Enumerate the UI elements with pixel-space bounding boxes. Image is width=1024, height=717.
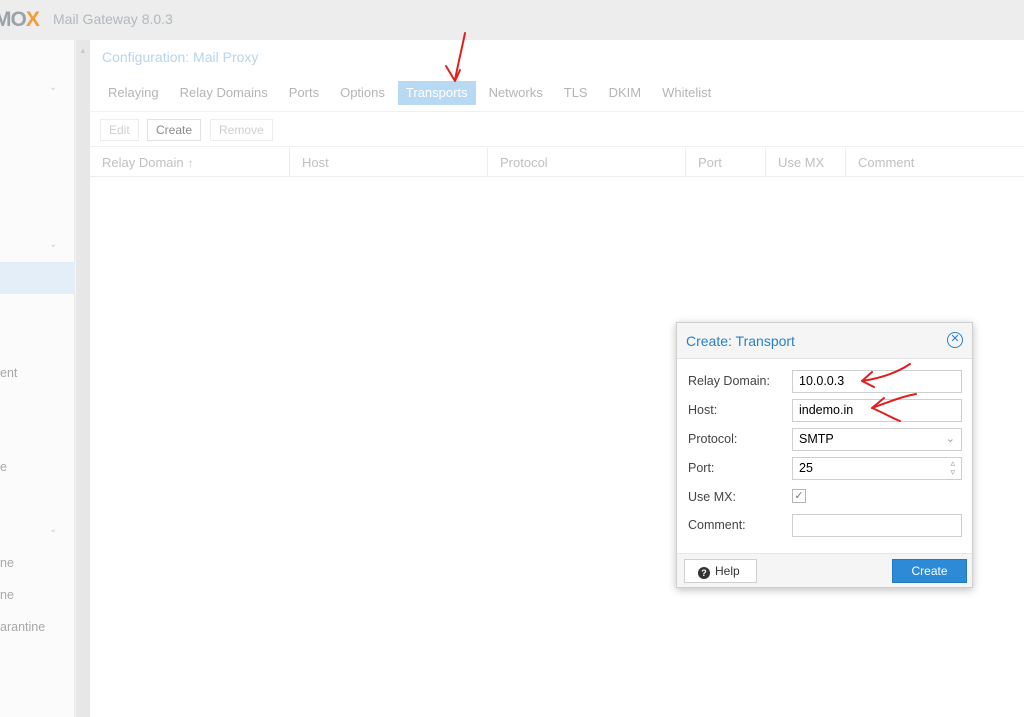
- chevron-down-icon[interactable]: ⌄: [49, 82, 59, 93]
- tab-relay-domains[interactable]: Relay Domains: [172, 81, 276, 105]
- port-row: Port: 25 ▵ ▿: [688, 457, 963, 480]
- tab-relaying[interactable]: Relaying: [100, 81, 167, 105]
- sidebar-splitter[interactable]: ▲: [76, 40, 90, 717]
- dialog-footer: ? Help Create: [677, 553, 972, 587]
- port-stepper[interactable]: 25 ▵ ▿: [792, 457, 962, 480]
- tab-options[interactable]: Options: [332, 81, 393, 105]
- comment-row: Comment:: [688, 514, 963, 537]
- grid-toolbar: Edit Create Remove: [90, 111, 1024, 147]
- use-mx-row: Use MX: ✓: [688, 486, 963, 509]
- port-label: Port:: [688, 461, 715, 475]
- dialog-create-button[interactable]: Create: [892, 559, 967, 583]
- tab-tls[interactable]: TLS: [556, 81, 596, 105]
- sidebar-item-label[interactable]: ent: [0, 366, 17, 380]
- tab-ports[interactable]: Ports: [281, 81, 327, 105]
- sidebar-item-label[interactable]: ne: [0, 588, 14, 602]
- protocol-select[interactable]: SMTP ⌄: [792, 428, 962, 451]
- comment-input[interactable]: [792, 514, 962, 537]
- app-logo[interactable]: MOX: [0, 8, 40, 32]
- use-mx-label: Use MX:: [688, 490, 736, 504]
- column-header-comment[interactable]: Comment: [846, 148, 1024, 177]
- product-title: Mail Gateway 8.0.3: [53, 11, 173, 27]
- edit-button[interactable]: Edit: [100, 119, 139, 141]
- host-label: Host:: [688, 403, 718, 417]
- sidebar: ⌄ ⌄ ent e ⌄ ne ne arantine: [0, 40, 75, 717]
- question-icon: ?: [698, 567, 710, 579]
- spinner-icon[interactable]: ▵ ▿: [950, 459, 955, 477]
- chevron-down-icon[interactable]: ⌄: [49, 524, 59, 535]
- comment-label: Comment:: [688, 518, 746, 532]
- protocol-row: Protocol: SMTP ⌄: [688, 428, 963, 451]
- annotation-arrow: [861, 363, 911, 388]
- column-header-relay-domain[interactable]: Relay Domain ↑: [90, 148, 290, 177]
- column-header-protocol[interactable]: Protocol: [488, 148, 686, 177]
- relay-domain-label: Relay Domain:: [688, 374, 770, 388]
- chevron-down-icon[interactable]: ⌄: [49, 239, 59, 250]
- tab-bar: Relaying Relay Domains Ports Options Tra…: [100, 81, 724, 105]
- use-mx-checkbox[interactable]: ✓: [792, 489, 806, 503]
- close-icon[interactable]: ✕: [947, 332, 963, 348]
- remove-button[interactable]: Remove: [210, 119, 273, 141]
- sort-ascending-icon: ↑: [187, 156, 194, 170]
- tab-whitelist[interactable]: Whitelist: [654, 81, 719, 105]
- sidebar-item-label[interactable]: ne: [0, 556, 14, 570]
- column-header-host[interactable]: Host: [290, 148, 488, 177]
- page-title: Configuration: Mail Proxy: [102, 49, 259, 65]
- dialog-title: Create: Transport: [686, 333, 795, 349]
- tab-dkim[interactable]: DKIM: [601, 81, 650, 105]
- sidebar-item-selected[interactable]: [0, 262, 75, 294]
- chevron-down-icon[interactable]: ⌄: [946, 429, 955, 450]
- annotation-arrow: [445, 32, 466, 82]
- column-header-port[interactable]: Port: [686, 148, 766, 177]
- grid-header: Relay Domain ↑ Host Protocol Port Use MX …: [90, 148, 1024, 177]
- annotation-arrow: [871, 393, 917, 422]
- top-bar: MOX Mail Gateway 8.0.3: [0, 0, 1024, 40]
- protocol-value: SMTP: [799, 432, 834, 446]
- dialog-header: Create: Transport ✕: [677, 323, 972, 359]
- create-button[interactable]: Create: [147, 119, 202, 141]
- column-header-use-mx[interactable]: Use MX: [766, 148, 846, 177]
- sidebar-item-label[interactable]: arantine: [0, 620, 45, 634]
- protocol-label: Protocol:: [688, 432, 738, 446]
- port-value: 25: [799, 461, 813, 475]
- help-button[interactable]: ? Help: [684, 559, 757, 583]
- create-transport-dialog: Create: Transport ✕ Relay Domain: 10.0.0…: [676, 322, 973, 588]
- tab-networks[interactable]: Networks: [481, 81, 551, 105]
- sidebar-item-label[interactable]: e: [0, 460, 7, 474]
- collapse-arrow-icon[interactable]: ▲: [79, 46, 87, 55]
